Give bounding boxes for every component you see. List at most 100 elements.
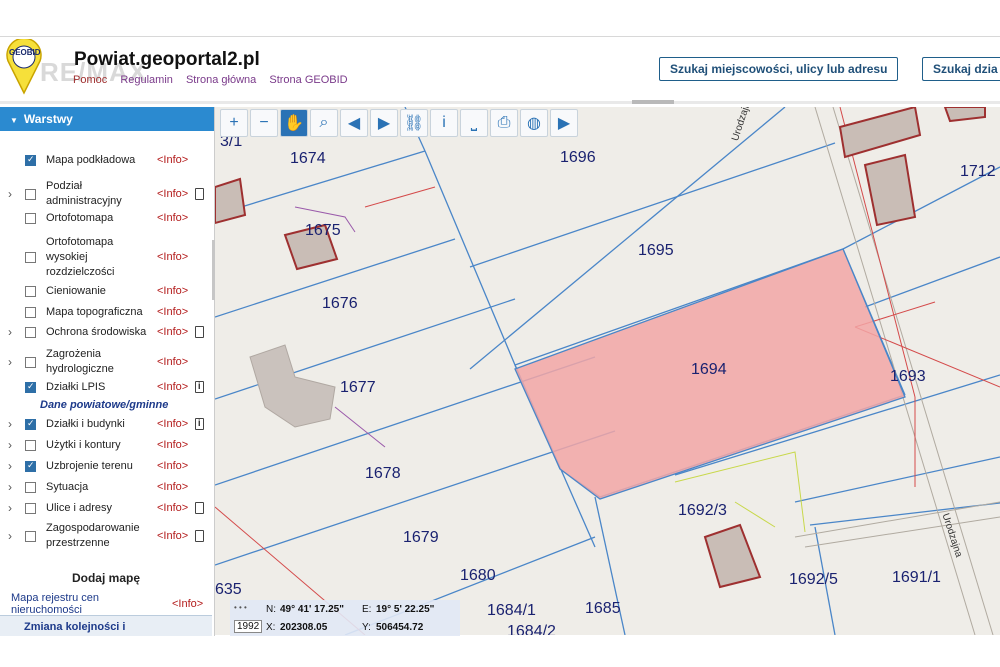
link-geobid[interactable]: Strona GEOBID [269,74,347,86]
layer-info-link[interactable]: <Info> [157,381,188,393]
map-canvas[interactable] [215,107,1000,635]
layer-label: Ortofotomapa wysokiej rozdzielczości [46,236,115,278]
camera-icon[interactable]: ▶ [550,109,578,137]
layer-row[interactable]: › Ulice i adresy <Info> [0,501,212,516]
measure-icon[interactable]: ⎵ [460,109,488,137]
forward-arrow-icon[interactable]: ▶ [370,109,398,137]
expand-chevron-icon[interactable]: › [8,438,12,452]
resize-handle[interactable] [632,100,674,104]
layer-row[interactable]: › Uzbrojenie terenu <Info> [0,459,212,474]
expand-chevron-icon[interactable]: › [8,355,12,369]
n-label: N: [266,604,276,615]
coord-system-label[interactable]: 1992 [234,620,263,633]
layer-checkbox[interactable] [25,327,36,338]
zoom-in-icon[interactable]: + [220,109,248,137]
layer-info-link[interactable]: <Info> [157,481,188,493]
layer-checkbox[interactable] [25,440,36,451]
back-arrow-icon[interactable]: ◀ [340,109,368,137]
layer-info-link[interactable]: <Info> [157,306,188,318]
layer-label: Zagospodarowanie przestrzenne [46,522,140,549]
layer-info-link[interactable]: <Info> [157,326,188,338]
layer-row[interactable]: Działki LPIS <Info> [0,380,212,395]
layer-row[interactable]: › Sytuacja <Info> [0,480,212,495]
layer-checkbox[interactable] [25,482,36,493]
search-parcel-button[interactable]: Szukaj dzia [922,57,1000,81]
expand-chevron-icon[interactable]: › [8,480,12,494]
layer-info-link[interactable]: <Info> [157,356,188,368]
parcel-number-label: 1696 [560,149,596,166]
layer-row[interactable]: Cieniowanie <Info> [0,284,212,299]
expand-chevron-icon[interactable]: › [8,501,12,515]
layer-info-link[interactable]: <Info> [157,418,188,430]
expand-chevron-icon[interactable]: › [8,187,12,201]
map-view[interactable]: 1674 1675 1676 1677 1678 1679 1680 1684/1 1684/2… [215,107,1000,635]
layer-info-link[interactable]: <Info> [157,460,188,472]
expand-chevron-icon[interactable]: › [8,325,12,339]
header: GEOBID RE/MAX Powiat.geoportal2.pl Pomoc… [0,36,1000,103]
layer-checkbox[interactable] [25,530,36,542]
layer-info-link[interactable]: <Info> [157,439,188,451]
layer-info-link[interactable]: <Info> [157,530,188,542]
link-icon[interactable]: ⛓ [400,109,428,137]
layer-row[interactable]: › Ochrona środowiska <Info> [0,325,212,340]
layer-checkbox[interactable] [25,356,36,368]
parcel-number-label: 1692/5 [789,571,838,588]
layer-checkbox[interactable] [25,418,36,430]
layer-info-link[interactable]: <Info> [157,251,188,263]
layer-info-link[interactable]: <Info> [157,502,188,514]
document-icon[interactable] [195,187,204,200]
search-address-button[interactable]: Szukaj miejscowości, ulicy lub adresu [659,57,899,81]
site-title[interactable]: Powiat.geoportal2.pl [74,49,260,71]
layer-info-link[interactable]: <Info> [157,188,188,200]
document-icon[interactable] [195,326,204,338]
document-icon[interactable] [195,502,204,514]
layer-checkbox[interactable] [25,286,36,297]
expand-chevron-icon[interactable]: › [8,417,12,431]
layer-row[interactable]: › Użytki i kontury <Info> [0,438,212,453]
layer-row[interactable]: › Zagospodarowanie przestrzenne <Info> [0,521,212,551]
layer-label: Działki i budynki [46,418,125,430]
layer-row[interactable]: › Działki i budynki <Info> [0,417,212,432]
zoom-out-icon[interactable]: − [250,109,278,137]
layer-row[interactable]: › Podział administracyjny <Info> [0,179,212,209]
link-help[interactable]: Pomoc [73,74,107,86]
layer-row[interactable]: Mapa podkładowa <Info> [0,153,212,168]
info-document-icon[interactable] [195,381,204,393]
price-map-link[interactable]: Mapa rejestru cen nieruchomości [11,592,161,616]
coordinates-panel: • • • 1992 N: 49° 41' 17.25" E: 19° 5' 2… [230,600,460,636]
layer-checkbox[interactable] [25,503,36,514]
layer-info-link[interactable]: <Info> [157,285,188,297]
caret-down-icon: ▼ [10,116,18,125]
layers-panel-header[interactable]: ▼ Warstwy [0,107,214,131]
zoom-area-icon[interactable]: ⌕ [310,109,338,137]
y-value: 506454.72 [376,622,424,633]
link-regulations[interactable]: Regulamin [120,74,173,86]
layer-row[interactable]: › Zagrożenia hydrologiczne <Info> [0,347,212,377]
document-icon[interactable] [195,529,204,542]
info-icon[interactable]: i [430,109,458,137]
layer-checkbox[interactable] [25,381,36,393]
globe-icon[interactable]: ◍ [520,109,548,137]
link-home[interactable]: Strona główna [186,74,256,86]
expand-chevron-icon[interactable]: › [8,529,12,543]
price-map-info-link[interactable]: <Info> [172,598,203,610]
expand-chevron-icon[interactable]: › [8,459,12,473]
pan-hand-icon[interactable]: ✋ [280,109,308,137]
layer-row[interactable]: Ortofotomapa <Info> [0,211,212,226]
layer-checkbox[interactable] [25,252,36,263]
layer-checkbox[interactable] [25,213,36,224]
layer-checkbox[interactable] [25,188,36,200]
layer-checkbox[interactable] [25,307,36,318]
panel-title: Warstwy [23,112,73,126]
layer-checkbox[interactable] [25,154,36,166]
parcel-number-label: 1685 [585,600,621,617]
parcel-number-label: 1676 [322,295,358,312]
layer-checkbox[interactable] [25,460,36,472]
print-icon[interactable]: ⎙ [490,109,518,137]
layer-info-link[interactable]: <Info> [157,212,188,224]
layer-row[interactable]: Ortofotomapa wysokiej rozdzielczości <Inf… [0,235,212,280]
layer-row[interactable]: Mapa topograficzna <Info> [0,305,212,320]
layer-order-bar[interactable]: Zmiana kolejności i [0,615,212,637]
layer-info-link[interactable]: <Info> [157,154,188,166]
info-document-icon[interactable] [195,418,204,430]
